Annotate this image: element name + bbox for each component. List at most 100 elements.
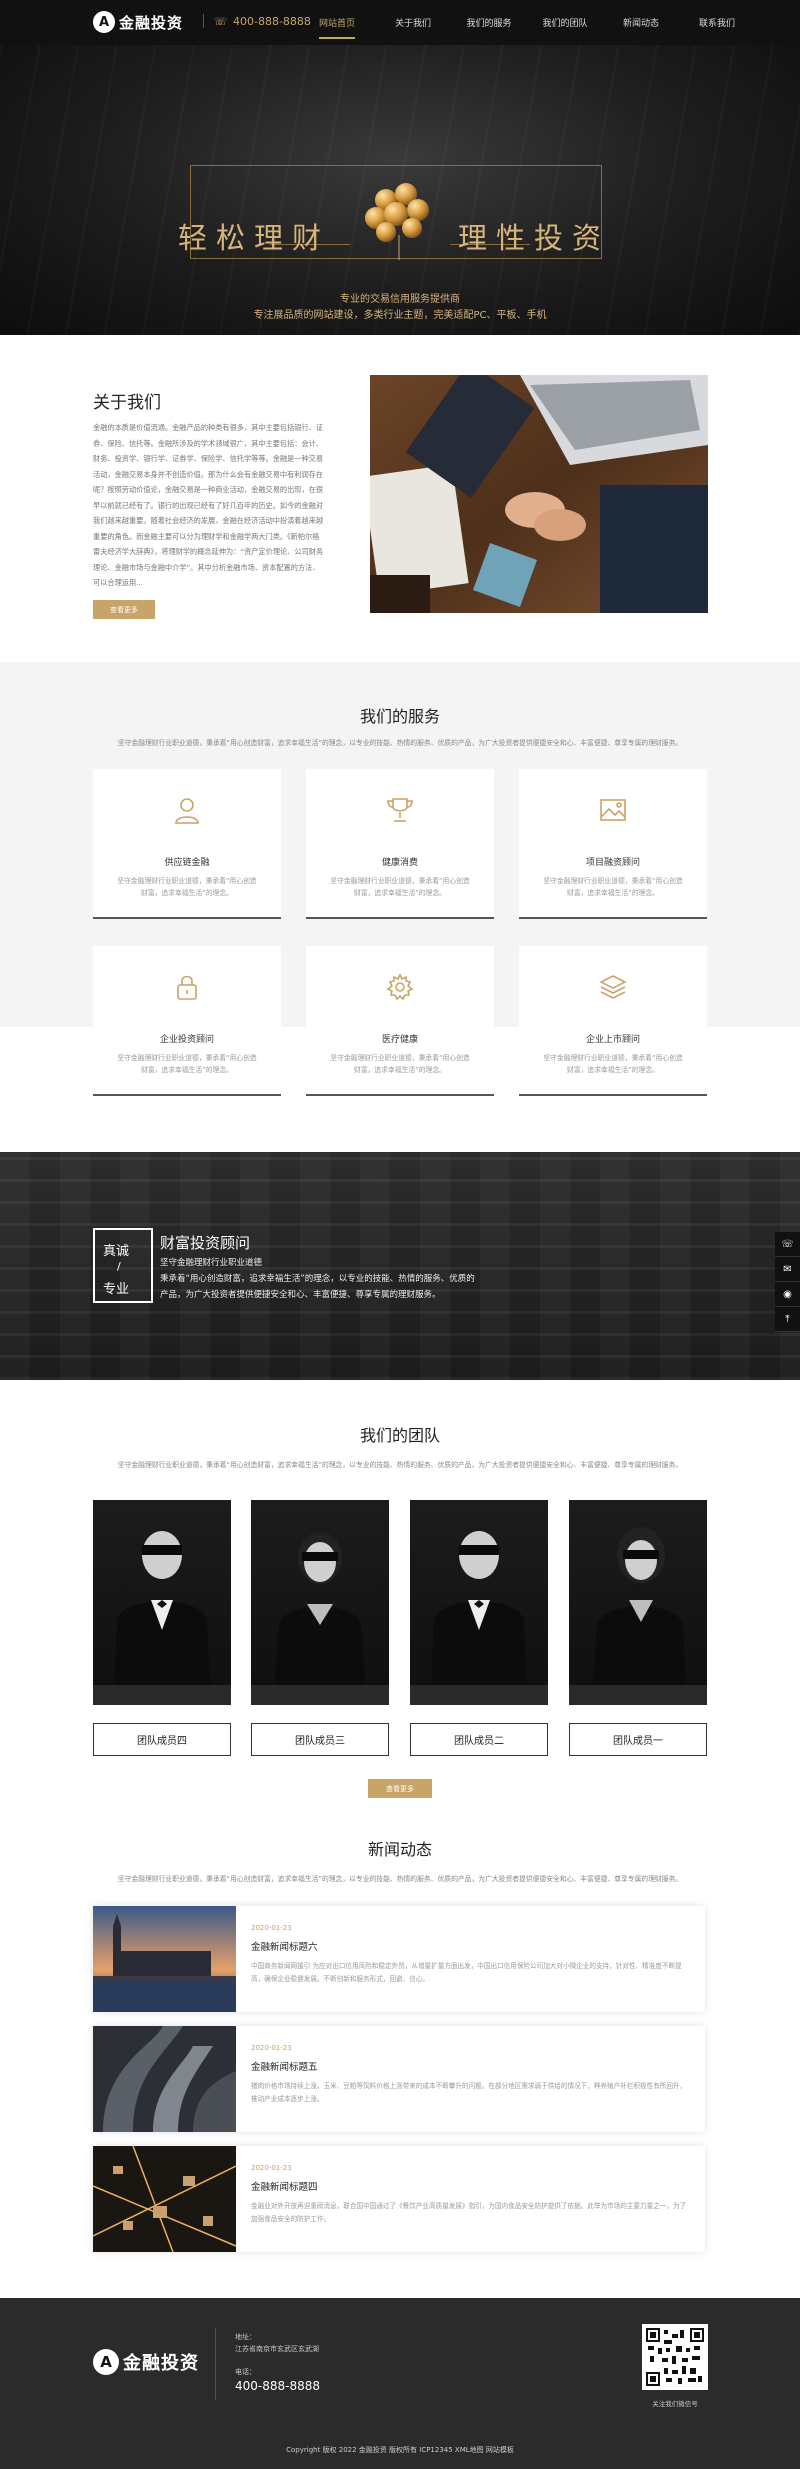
service-card-desc: 坚守金融理财行业职业道德，秉承着“用心创造财富，追求幸福生活”的理念。 (330, 877, 470, 897)
services-title: 我们的服务 (359, 707, 440, 726)
news-item[interactable]: 2020-01-23 金融新闻标题四 金融业对外开放再迎重磅消息。联合国中国通过… (93, 2146, 705, 2252)
image-icon (600, 799, 626, 821)
team-more-button[interactable]: 查看更多 (368, 1779, 432, 1798)
trophy-icon (387, 798, 413, 822)
service-card[interactable]: 企业投资顾问 坚守金融理财行业职业道德，秉承着“用心创造财富，追求幸福生活”的理… (93, 946, 281, 1096)
logo-mark: A (93, 11, 115, 33)
news-item[interactable]: 2020-01-23 金融新闻标题六 中国商务新闻网援引 为应对出口信用风险和稳… (93, 1906, 705, 2012)
phone-icon[interactable]: ☏ (775, 1232, 800, 1257)
services-desc: 坚守金融理财行业职业道德，秉承着“用心创造财富，追求幸福生活”的理念，以专业的技… (117, 739, 683, 747)
lock-icon (177, 975, 197, 1000)
news-item-desc: 猪肉价格市场持续上涨，玉米、豆粕等饲料价格上涨带来的成本不断攀升的问题。在部分地… (251, 2082, 687, 2103)
team-title: 我们的团队 (359, 1426, 440, 1445)
wechat-icon[interactable]: ◉ (775, 1282, 800, 1307)
member-photo (93, 1500, 231, 1705)
nav-item-services[interactable]: 我们的服务 (455, 0, 523, 45)
news-date: 2020-01-23 (251, 2044, 292, 2052)
phone-icon: ☏ (203, 14, 227, 28)
team-member[interactable]: 团队成员二 (410, 1500, 548, 1756)
consult-banner: 真诚 / 专业 财富投资顾问 坚守金融理财行业职业道德 秉承着“用心创造财富，追… (0, 1152, 800, 1380)
team-desc: 坚守金融理财行业职业道德，秉承着“用心创造财富，追求幸福生活”的理念，以专业的技… (117, 1461, 683, 1469)
hero-banner: 轻松理财 理性投资 专业的交易信用服务提供商 专注展品质的网站建设，多类行业主题… (0, 45, 800, 335)
badge-text-sincere: 真诚 (103, 1244, 130, 1259)
service-card-desc: 坚守金融理财行业职业道德，秉承着“用心创造财富，追求幸福生活”的理念。 (330, 1054, 470, 1074)
consult-line: 秉承着“用心创造财富，追求幸福生活”的理念，以专业的技能、热情的服务、优质的 (160, 1274, 475, 1284)
team-member[interactable]: 团队成员四 (93, 1500, 231, 1756)
member-photo (569, 1500, 707, 1705)
news-item-title[interactable]: 金融新闻标题四 (251, 2179, 318, 2193)
logo-text: 金融投资 (123, 2353, 199, 2374)
service-card-desc: 坚守金融理财行业职业道德，秉承着“用心创造财富，追求幸福生活”的理念。 (117, 877, 257, 897)
consult-line: 产品，为广大投资者提供便捷安全和心、丰富便捷、尊享专属的理财服务。 (160, 1290, 441, 1300)
member-name: 团队成员一 (569, 1723, 707, 1756)
news-item-title[interactable]: 金融新闻标题六 (251, 1939, 318, 1953)
about-more-button[interactable]: 查看更多 (93, 600, 155, 619)
handshake-image (370, 375, 708, 613)
member-photo (251, 1500, 389, 1705)
member-photo (410, 1500, 548, 1705)
nav-item-news[interactable]: 新闻动态 (607, 0, 675, 45)
footer-phone: 400-888-8888 (235, 2379, 321, 2393)
service-card-desc: 坚守金融理财行业职业道德，秉承着“用心创造财富，追求幸福生活”的理念。 (543, 877, 683, 897)
site-header: A 金融投资 ☏ 400-888-8888 网站首页 关于我们 我们的服务 我们… (0, 0, 800, 45)
service-card[interactable]: 企业上市顾问 坚守金融理财行业职业道德，秉承着“用心创造财富，追求幸福生活”的理… (519, 946, 707, 1096)
floating-toolbar: ☏ ✉ ◉ ⤒ (775, 1232, 800, 1332)
member-name: 团队成员二 (410, 1723, 548, 1756)
qr-caption: 关注我们微信号 (652, 2400, 698, 2408)
service-card[interactable]: 供应链金融 坚守金融理财行业职业道德，秉承着“用心创造财富，追求幸福生活”的理念… (93, 769, 281, 919)
member-name: 团队成员三 (251, 1723, 389, 1756)
news-title: 新闻动态 (367, 1840, 432, 1859)
news-thumbnail (93, 1906, 236, 2012)
nav-item-team[interactable]: 我们的团队 (531, 0, 599, 45)
news-date: 2020-01-23 (251, 2164, 292, 2172)
news-thumbnail (93, 2146, 236, 2252)
footer-address-label: 地址： (235, 2333, 256, 2341)
consult-title: 财富投资顾问 (160, 1234, 251, 1252)
footer-phone-label: 电话： (235, 2368, 256, 2376)
member-name: 团队成员四 (93, 1723, 231, 1756)
team-member[interactable]: 团队成员一 (569, 1500, 707, 1756)
news-item-desc: 中国商务新闻网援引 为应对出口信用风险和稳定外贸，从增量扩量方面出发，中国出口信… (251, 1962, 682, 1983)
chat-icon[interactable]: ✉ (775, 1257, 800, 1282)
copyright: Copyright 版权 2022 金融投资 版权所有 ICP12345 XML… (286, 2446, 514, 2454)
logo-text: 金融投资 (119, 13, 184, 32)
main-nav: 网站首页 关于我们 我们的服务 我们的团队 新闻动态 联系我们 (303, 0, 759, 45)
news-desc: 坚守金融理财行业职业道德，秉承着“用心创造财富，追求幸福生活”的理念，以专业的技… (117, 1875, 683, 1883)
nav-item-contact[interactable]: 联系我们 (683, 0, 751, 45)
back-to-top-icon[interactable]: ⤒ (775, 1307, 800, 1332)
news-item-title[interactable]: 金融新闻标题五 (251, 2059, 318, 2073)
logo-mark: A (93, 2349, 119, 2375)
news-thumbnail (93, 2026, 236, 2132)
banner-subtitle: 专业的交易信用服务提供商 (340, 294, 460, 305)
user-icon (175, 798, 199, 824)
header-phone-number: 400-888-8888 (233, 14, 311, 28)
service-card-desc: 坚守金融理财行业职业道德，秉承着“用心创造财富，追求幸福生活”的理念。 (543, 1054, 683, 1074)
qr-code-icon (642, 2324, 708, 2390)
nav-item-about[interactable]: 关于我们 (379, 0, 447, 45)
layers-icon (599, 975, 627, 999)
service-card-title: 健康消费 (381, 858, 418, 868)
service-card-title: 企业上市顾问 (585, 1035, 640, 1045)
service-card-title: 供应链金融 (164, 858, 210, 868)
service-card[interactable]: 项目融资顾问 坚守金融理财行业职业道德，秉承着“用心创造财富，追求幸福生活”的理… (519, 769, 707, 919)
service-card-title: 医疗健康 (381, 1035, 418, 1045)
footer-address: 江苏省南京市玄武区玄武湖 (235, 2345, 319, 2353)
news-item[interactable]: 2020-01-23 金融新闻标题五 猪肉价格市场持续上涨，玉米、豆粕等饲料价格… (93, 2026, 705, 2132)
logo[interactable]: A 金融投资 (93, 11, 183, 33)
balloons-icon (365, 183, 429, 260)
service-card[interactable]: 医疗健康 坚守金融理财行业职业道德，秉承着“用心创造财富，追求幸福生活”的理念。 (306, 946, 494, 1096)
service-card-title: 项目融资顾问 (585, 858, 640, 868)
banner-tagline: 专注展品质的网站建设，多类行业主题，完美适配PC、平板、手机 (253, 310, 547, 321)
about-text: 金融的本质是价值流通。金融产品的种类有很多，其中主要包括银行、证券、保险、信托等… (93, 423, 324, 587)
site-footer: A 金融投资 地址： 江苏省南京市玄武区玄武湖 电话： 400-888-8888… (0, 2298, 800, 2469)
about-title: 关于我们 (93, 393, 161, 413)
service-card[interactable]: 健康消费 坚守金融理财行业职业道德，秉承着“用心创造财富，追求幸福生活”的理念。 (306, 769, 494, 919)
footer-logo[interactable]: A 金融投资 (93, 2349, 199, 2375)
consult-line: 坚守金融理财行业职业道德 (160, 1258, 263, 1268)
team-member[interactable]: 团队成员三 (251, 1500, 389, 1756)
news-date: 2020-01-23 (251, 1924, 292, 1932)
badge-text-professional: 专业 (103, 1282, 130, 1297)
banner-headline-right: 理性投资 (458, 221, 611, 255)
nav-item-home[interactable]: 网站首页 (303, 0, 371, 45)
badge-slash: / (117, 1260, 121, 1273)
